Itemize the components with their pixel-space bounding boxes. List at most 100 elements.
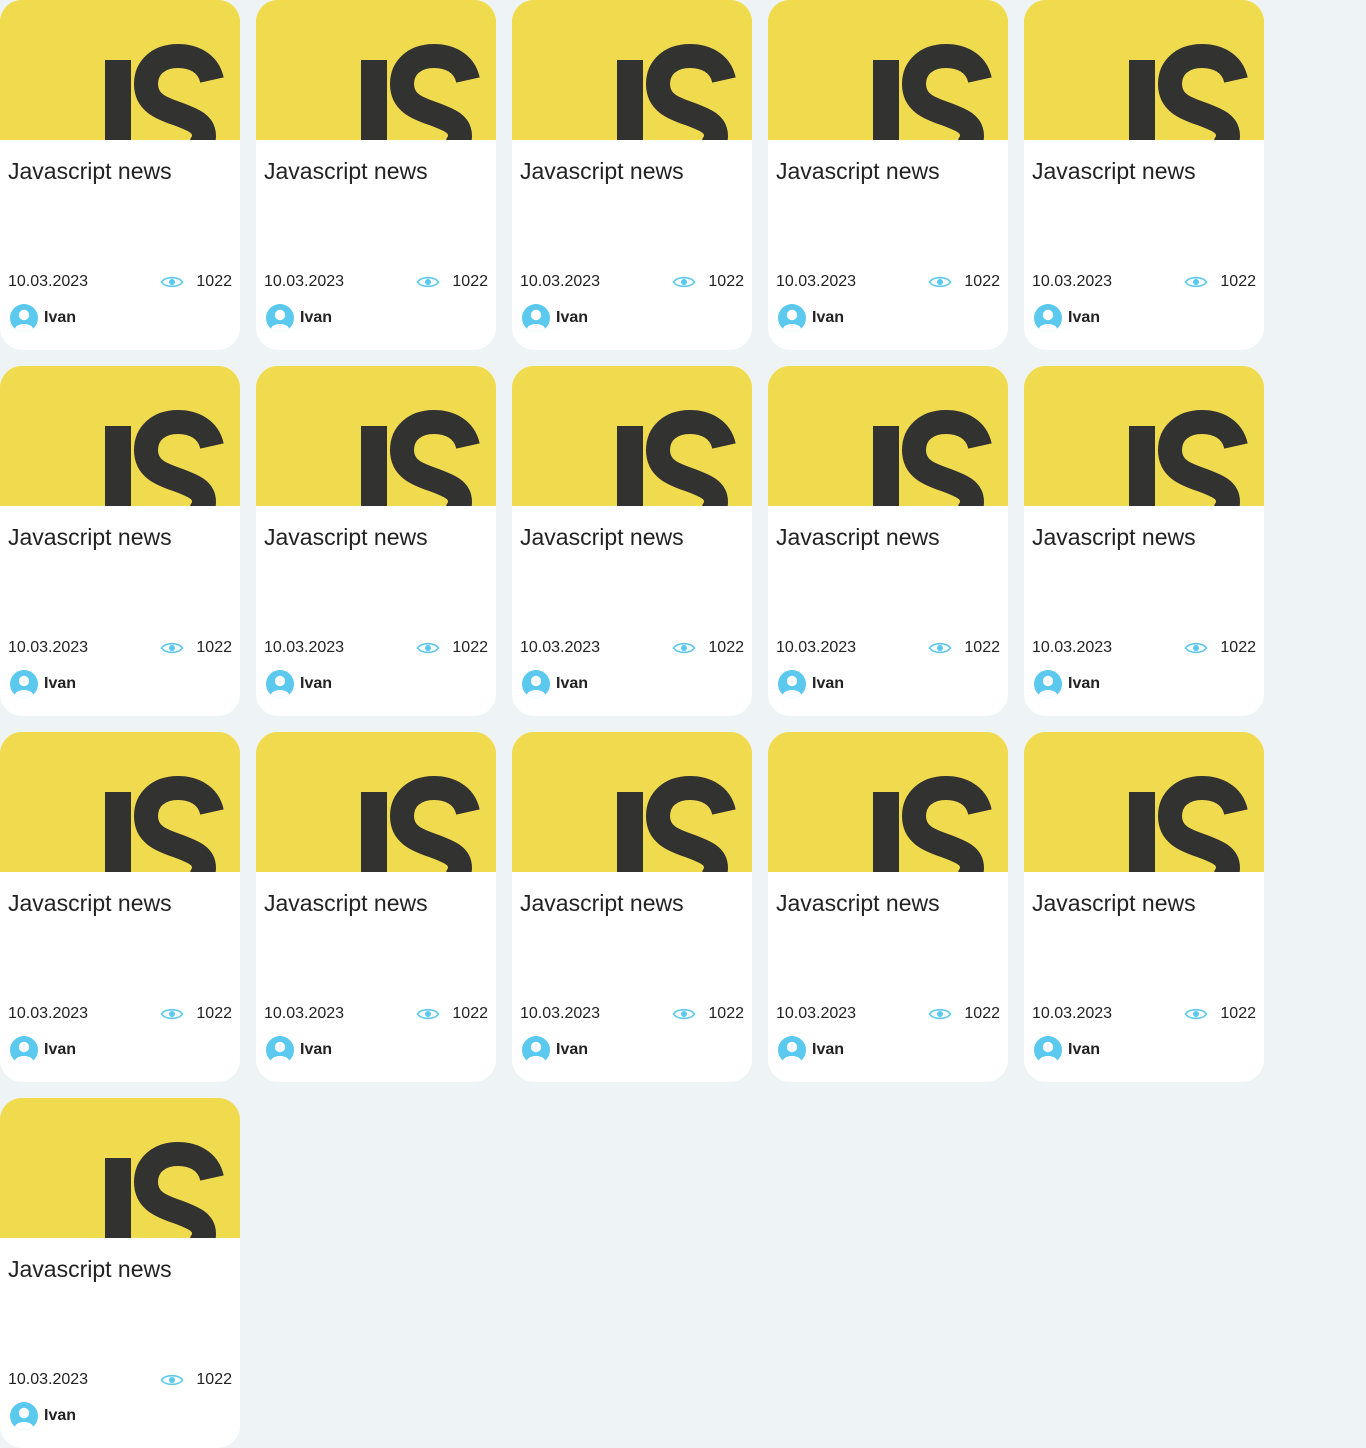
news-title[interactable]: Javascript news [264,890,428,917]
news-card[interactable]: Javascript news 10.03.2023 1022 Ivan [0,366,240,716]
author-name[interactable]: Ivan [44,1041,76,1059]
news-title[interactable]: Javascript news [8,158,172,185]
news-card[interactable]: Javascript news 10.03.2023 1022 Ivan [768,732,1008,1082]
author-name[interactable]: Ivan [812,675,844,693]
news-title[interactable]: Javascript news [520,890,684,917]
author[interactable]: Ivan [522,670,588,698]
views-counter: 1022 [928,639,1000,657]
news-card[interactable]: Javascript news 10.03.2023 1022 Ivan [256,732,496,1082]
author-name[interactable]: Ivan [300,675,332,693]
news-card[interactable]: Javascript news 10.03.2023 1022 Ivan [512,732,752,1082]
author-name[interactable]: Ivan [44,309,76,327]
news-title[interactable]: Javascript news [1032,524,1196,551]
author[interactable]: Ivan [266,670,332,698]
news-title[interactable]: Javascript news [8,890,172,917]
publish-date: 10.03.2023 [8,639,89,656]
news-card[interactable]: Javascript news 10.03.2023 1022 Ivan [1024,0,1264,350]
news-title[interactable]: Javascript news [1032,158,1196,185]
views-counter: 1022 [1184,1005,1256,1023]
js-logo-icon [0,366,240,506]
news-card[interactable]: Javascript news 10.03.2023 1022 Ivan [0,732,240,1082]
js-logo-icon [0,0,240,140]
eye-icon [160,274,184,290]
news-title[interactable]: Javascript news [1032,890,1196,917]
author-name[interactable]: Ivan [300,1041,332,1059]
author-name[interactable]: Ivan [1068,675,1100,693]
author-name[interactable]: Ivan [556,309,588,327]
views-count: 1022 [708,273,744,290]
author-name[interactable]: Ivan [1068,1041,1100,1059]
views-count: 1022 [1220,273,1256,290]
views-counter: 1022 [928,1005,1000,1023]
author-name[interactable]: Ivan [1068,309,1100,327]
news-card[interactable]: Javascript news 10.03.2023 1022 Ivan [768,366,1008,716]
news-title[interactable]: Javascript news [776,524,940,551]
eye-icon [1184,640,1208,656]
publish-date: 10.03.2023 [8,1005,89,1022]
news-thumbnail-js-logo [1024,366,1264,506]
publish-date: 10.03.2023 [776,273,857,290]
news-card[interactable]: Javascript news 10.03.2023 1022 Ivan [0,1098,240,1448]
views-counter: 1022 [416,273,488,291]
news-card[interactable]: Javascript news 10.03.2023 1022 Ivan [512,0,752,350]
news-title[interactable]: Javascript news [8,524,172,551]
eye-icon [160,640,184,656]
news-thumbnail-js-logo [256,0,496,140]
author[interactable]: Ivan [522,304,588,332]
author[interactable]: Ivan [1034,670,1100,698]
author-name[interactable]: Ivan [300,309,332,327]
news-title[interactable]: Javascript news [520,158,684,185]
news-title[interactable]: Javascript news [776,890,940,917]
news-grid: Javascript news 10.03.2023 1022 Ivan Javascr… [0,0,1264,1448]
news-card[interactable]: Javascript news 10.03.2023 1022 Ivan [1024,732,1264,1082]
js-logo-icon [1024,0,1264,140]
author[interactable]: Ivan [10,1036,76,1064]
js-logo-icon [1024,732,1264,872]
author[interactable]: Ivan [266,1036,332,1064]
views-count: 1022 [452,1005,488,1022]
news-thumbnail-js-logo [0,732,240,872]
news-title[interactable]: Javascript news [8,1256,172,1283]
author[interactable]: Ivan [266,304,332,332]
user-avatar-icon [778,304,806,332]
author[interactable]: Ivan [1034,1036,1100,1064]
author-name[interactable]: Ivan [556,1041,588,1059]
news-card[interactable]: Javascript news 10.03.2023 1022 Ivan [256,366,496,716]
js-logo-icon [0,1098,240,1238]
views-count: 1022 [708,639,744,656]
eye-icon [416,1006,440,1022]
news-title[interactable]: Javascript news [520,524,684,551]
views-counter: 1022 [672,1005,744,1023]
author[interactable]: Ivan [10,304,76,332]
news-card[interactable]: Javascript news 10.03.2023 1022 Ivan [1024,366,1264,716]
js-logo-icon [512,732,752,872]
author[interactable]: Ivan [778,1036,844,1064]
author-name[interactable]: Ivan [44,675,76,693]
publish-date: 10.03.2023 [264,1005,345,1022]
news-card[interactable]: Javascript news 10.03.2023 1022 Ivan [512,366,752,716]
author[interactable]: Ivan [10,1402,76,1430]
news-card[interactable]: Javascript news 10.03.2023 1022 Ivan [256,0,496,350]
author-name[interactable]: Ivan [44,1407,76,1425]
news-card[interactable]: Javascript news 10.03.2023 1022 Ivan [768,0,1008,350]
eye-icon [672,274,696,290]
author[interactable]: Ivan [1034,304,1100,332]
publish-date: 10.03.2023 [1032,1005,1113,1022]
author-name[interactable]: Ivan [812,309,844,327]
news-card[interactable]: Javascript news 10.03.2023 1022 Ivan [0,0,240,350]
author[interactable]: Ivan [10,670,76,698]
user-avatar-icon [266,670,294,698]
news-title[interactable]: Javascript news [264,158,428,185]
user-avatar-icon [10,1402,38,1430]
author-name[interactable]: Ivan [556,675,588,693]
author[interactable]: Ivan [522,1036,588,1064]
author-name[interactable]: Ivan [812,1041,844,1059]
author[interactable]: Ivan [778,304,844,332]
views-count: 1022 [964,273,1000,290]
news-title[interactable]: Javascript news [264,524,428,551]
views-counter: 1022 [672,639,744,657]
views-counter: 1022 [416,1005,488,1023]
user-avatar-icon [1034,670,1062,698]
author[interactable]: Ivan [778,670,844,698]
news-title[interactable]: Javascript news [776,158,940,185]
